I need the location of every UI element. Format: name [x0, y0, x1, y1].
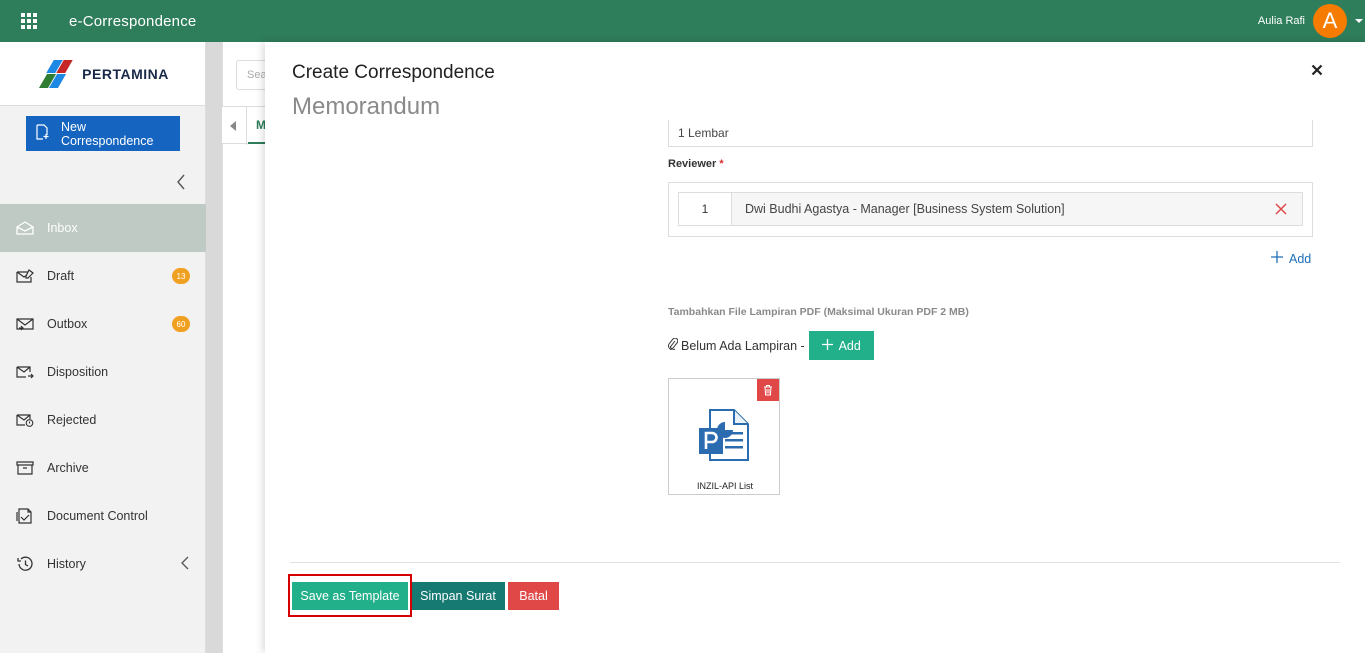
disposition-icon [16, 364, 34, 380]
reviewer-name: Dwi Budhi Agastya - Manager [Business Sy… [745, 202, 1065, 216]
user-menu[interactable]: Aulia Rafi A [1258, 0, 1365, 42]
file-name: INZIL-API List [696, 481, 753, 491]
outbox-icon [16, 316, 34, 332]
draft-count-badge: 13 [172, 268, 190, 284]
sidebar-item-document-control[interactable]: Document Control [0, 492, 206, 540]
logo[interactable]: PERTAMINA [0, 42, 205, 106]
sidebar-item-label: History [47, 557, 86, 571]
sidebar-item-inbox[interactable]: Inbox [0, 204, 206, 252]
new-correspondence-button[interactable]: New Correspondence [26, 116, 180, 151]
new-correspondence-label: New Correspondence [61, 119, 154, 148]
sidebar-item-label: Draft [47, 269, 75, 283]
add-reviewer-button[interactable]: Add [1271, 251, 1311, 266]
sidebar-item-rejected[interactable]: Rejected [0, 396, 206, 444]
footer-divider [290, 562, 1340, 563]
sidebar-item-disposition[interactable]: Disposition [0, 348, 206, 396]
sidebar-item-label: Rejected [47, 413, 97, 427]
sidebar-item-label: Disposition [47, 365, 109, 379]
caret-down-icon[interactable] [1355, 19, 1363, 23]
reviewer-list: 1 Dwi Budhi Agastya - Manager [Business … [668, 182, 1313, 237]
trash-icon[interactable] [757, 379, 779, 401]
add-attachment-button[interactable]: Add [808, 331, 874, 360]
outbox-count-badge: 60 [172, 316, 190, 332]
reviewer-row: 1 Dwi Budhi Agastya - Manager [Business … [678, 192, 1303, 226]
logo-text: PERTAMINA [82, 65, 169, 82]
create-correspondence-panel: Create Correspondence Memorandum 1 Lemba… [265, 42, 1365, 653]
attachment-label: Tambahkan File Lampiran PDF (Maksimal Uk… [668, 306, 969, 318]
chevron-left-icon[interactable] [181, 556, 189, 573]
tab-divider [246, 107, 247, 145]
file-card[interactable]: INZIL-API List [668, 378, 780, 495]
inbox-icon [16, 220, 34, 236]
remove-reviewer-icon[interactable] [1275, 203, 1287, 215]
attachment-count-field[interactable]: 1 Lembar [668, 120, 1313, 147]
panel-subtitle: Memorandum [292, 93, 441, 120]
scroll-gutter [206, 42, 222, 653]
batal-button[interactable]: Batal [508, 582, 559, 610]
simpan-surat-button[interactable]: Simpan Surat [411, 582, 505, 610]
powerpoint-file-icon [698, 408, 750, 465]
highlight-box [288, 574, 412, 617]
sidebar-item-label: Document Control [47, 509, 148, 523]
sidebar-item-history[interactable]: History [0, 540, 206, 588]
reviewer-order-input[interactable]: 1 [679, 193, 732, 225]
sidebar-item-outbox[interactable]: Outbox 60 [0, 300, 206, 348]
add-reviewer-label: Add [1289, 251, 1312, 266]
plus-icon [1271, 251, 1283, 266]
sidebar-item-label: Outbox [47, 317, 88, 331]
reviewer-label-text: Reviewer [668, 158, 717, 170]
paperclip-icon [668, 337, 679, 353]
tab-scroll-left-icon[interactable] [230, 121, 236, 131]
add-attachment-label: Add [838, 338, 861, 353]
archive-icon [16, 460, 34, 476]
sidebar-nav: Inbox Draft 13 Outbox 60 Disposition Rej… [0, 204, 206, 588]
reviewer-label: Reviewer * [668, 158, 724, 170]
user-name[interactable]: Aulia Rafi [1258, 15, 1305, 27]
panel-title: Create Correspondence [292, 62, 495, 83]
app-title: e-Correspondence [69, 12, 197, 30]
sidebar-item-draft[interactable]: Draft 13 [0, 252, 206, 300]
draft-icon [16, 268, 34, 284]
top-bar: e-Correspondence Aulia Rafi A [0, 0, 1365, 42]
collapse-sidebar-icon[interactable] [176, 174, 186, 193]
sidebar: PERTAMINA New Correspondence Inbox Draft… [0, 42, 206, 653]
close-icon[interactable] [1311, 64, 1323, 76]
rejected-icon [16, 412, 34, 428]
avatar[interactable]: A [1313, 4, 1347, 38]
plus-icon [821, 338, 833, 353]
pertamina-logo-icon [36, 59, 78, 89]
required-mark: * [719, 158, 724, 170]
sidebar-item-label: Inbox [47, 221, 78, 235]
sidebar-item-label: Archive [47, 461, 89, 475]
history-icon [16, 556, 34, 572]
attachment-status: Belum Ada Lampiran - [681, 338, 805, 353]
apps-grid-icon[interactable] [21, 13, 37, 29]
document-control-icon [16, 508, 34, 524]
new-document-icon [36, 124, 50, 143]
attachment-row: Belum Ada Lampiran - Add [668, 331, 874, 360]
sidebar-item-archive[interactable]: Archive [0, 444, 206, 492]
